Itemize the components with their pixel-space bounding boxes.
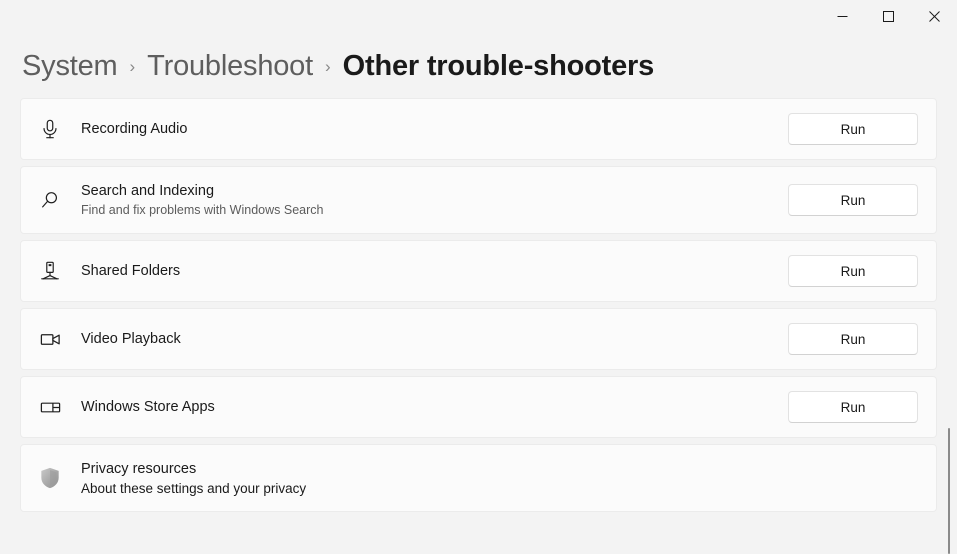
run-button-video-playback[interactable]: Run [788,323,918,355]
store-apps-icon [21,396,79,419]
breadcrumb-separator-1: › [129,57,136,76]
page-title: Other trouble-shooters [342,50,655,82]
microphone-icon [21,118,79,140]
list-item-search-and-indexing[interactable]: Search and Indexing Find and fix problem… [20,166,937,234]
list-item-recording-audio[interactable]: Recording Audio Run [20,98,937,160]
close-icon [928,10,940,22]
list-item-shared-folders[interactable]: Shared Folders Run [20,240,937,302]
maximize-button[interactable] [865,0,911,32]
list-item-text: Privacy resources About these settings a… [79,460,918,497]
list-item-text: Search and Indexing Find and fix problem… [79,182,788,219]
scrollbar-thumb[interactable] [948,428,950,554]
privacy-link[interactable]: About these settings and your privacy [81,480,918,497]
maximize-icon [882,10,894,22]
video-camera-icon [21,328,79,351]
minimize-button[interactable] [819,0,865,32]
list-item-title: Shared Folders [81,262,181,279]
list-item-title: Windows Store Apps [81,398,215,415]
list-item-video-playback[interactable]: Video Playback Run [20,308,937,370]
list-item-title: Search and Indexing [81,182,215,199]
list-item-windows-store-apps[interactable]: Windows Store Apps Run [20,376,937,438]
search-icon [21,189,79,211]
list-item-text: Video Playback [79,330,788,349]
minimize-icon [837,15,847,17]
run-button-windows-store-apps[interactable]: Run [788,391,918,423]
list-item-subtitle: Find and fix problems with Windows Searc… [81,202,324,217]
close-button[interactable] [911,0,957,32]
title-bar [0,0,957,32]
list-item-title: Recording Audio [81,120,188,137]
privacy-title: Privacy resources [81,460,197,477]
breadcrumb: System › Troubleshoot › Other trouble-sh… [0,32,957,86]
list-item-title: Video Playback [81,330,181,347]
breadcrumb-item-system[interactable]: System [22,50,118,83]
shield-icon [21,465,79,491]
list-item-privacy-resources[interactable]: Privacy resources About these settings a… [20,444,937,512]
run-button-recording-audio[interactable]: Run [788,113,918,145]
list-item-text: Recording Audio [79,120,788,139]
scrollbar-track[interactable] [942,104,954,554]
breadcrumb-item-troubleshoot[interactable]: Troubleshoot [147,50,313,83]
run-button-shared-folders[interactable]: Run [788,255,918,287]
shared-folders-icon [21,260,79,282]
breadcrumb-separator-2: › [324,57,331,76]
troubleshooter-list: Recording Audio Run Search and Indexing … [20,98,937,512]
list-item-text: Shared Folders [79,262,788,281]
run-button-search-and-indexing[interactable]: Run [788,184,918,216]
list-item-text: Windows Store Apps [79,398,788,417]
